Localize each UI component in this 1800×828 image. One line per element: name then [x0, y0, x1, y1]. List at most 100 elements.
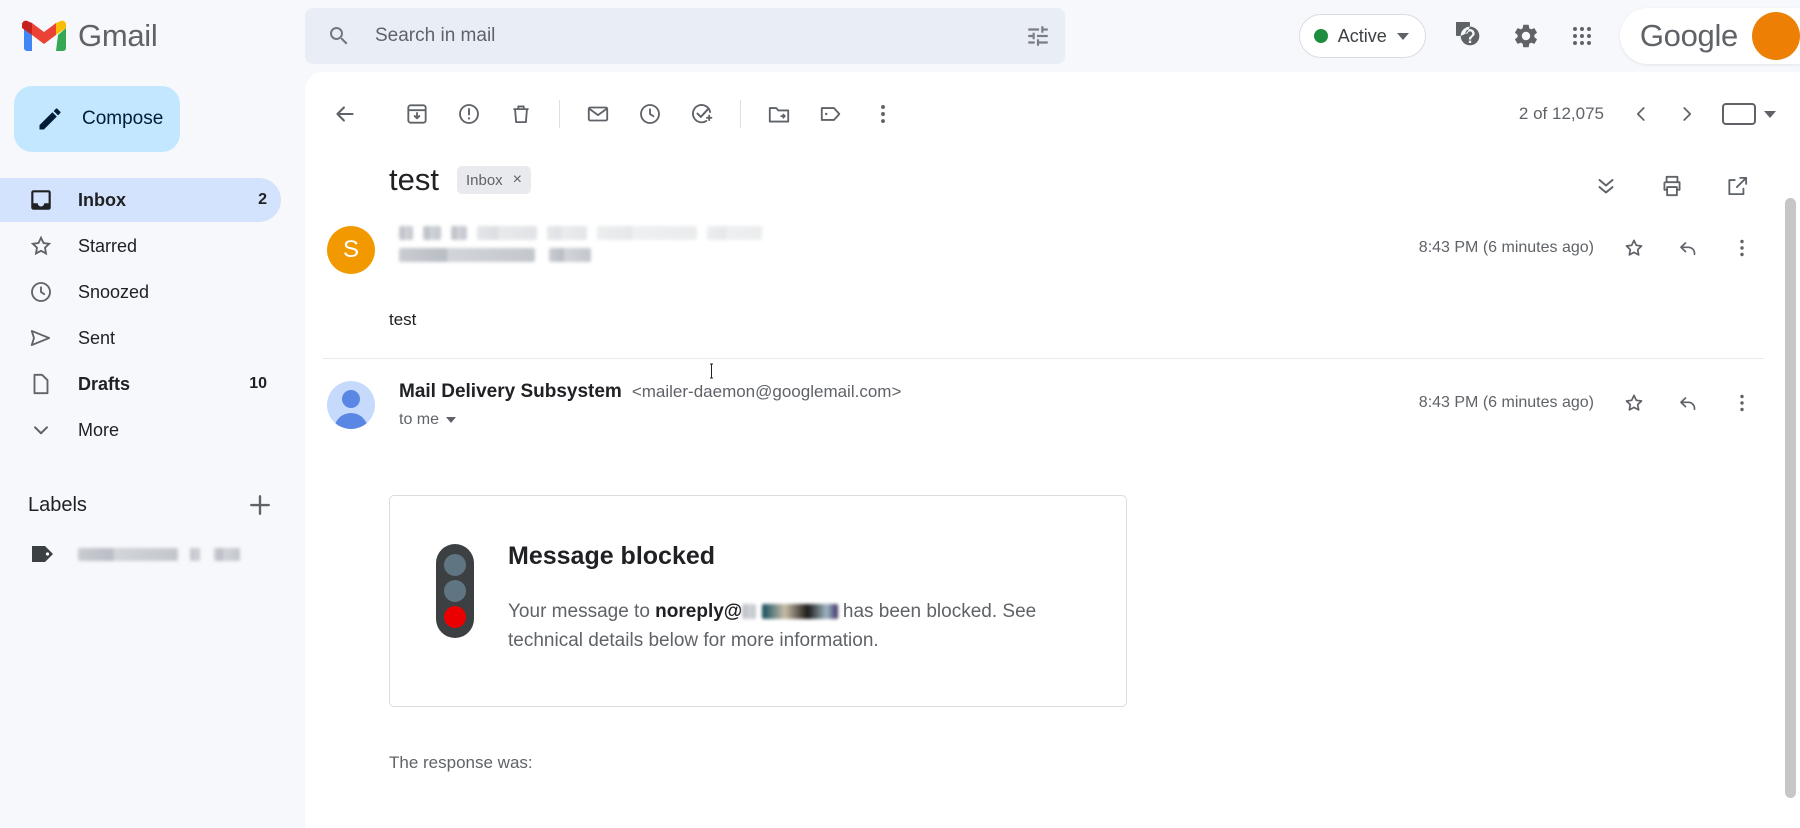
gmail-m-logo-icon — [22, 20, 66, 51]
redacted-block — [423, 226, 441, 240]
reply-button[interactable] — [1666, 381, 1710, 425]
status-label: Active — [1337, 25, 1387, 46]
keyboard-shortcut-toggle[interactable] — [1722, 103, 1788, 125]
label-tag-icon — [32, 546, 53, 562]
chevron-down-icon — [1764, 110, 1776, 118]
avatar[interactable] — [1752, 12, 1800, 60]
person-avatar-icon[interactable] — [327, 381, 375, 429]
keyboard-icon — [1722, 103, 1756, 125]
collapse-all-icon — [1598, 179, 1614, 194]
toolbar-divider — [559, 100, 560, 128]
scrollbar-thumb[interactable] — [1785, 198, 1796, 798]
plus-icon[interactable] — [245, 490, 275, 520]
redacted-block — [761, 604, 838, 619]
snooze-button[interactable] — [624, 88, 676, 140]
blocked-title: Message blocked — [508, 542, 716, 570]
sidebar-item-inbox[interactable]: Inbox 2 — [0, 178, 281, 222]
settings-button[interactable] — [1500, 10, 1552, 62]
sidebar-nav: Inbox 2 Starred Snoozed Sent Drafts 10 M… — [0, 178, 305, 452]
gmail-wordmark: Gmail — [78, 18, 158, 53]
label-button[interactable] — [805, 88, 857, 140]
account-pill[interactable]: Google — [1619, 8, 1800, 64]
open-in-new-icon — [1728, 176, 1748, 196]
label-tag-icon — [820, 107, 841, 121]
toolbar-divider-2 — [740, 100, 741, 128]
blocked-body: Your message to noreply@ has been blocke… — [508, 597, 1068, 656]
search-bar[interactable] — [305, 8, 1065, 64]
redacted-label-extra-2 — [214, 547, 240, 561]
mail-toolbar: 2 of 12,075 — [305, 86, 1800, 142]
help-button[interactable] — [1444, 10, 1496, 62]
apps-button[interactable] — [1556, 10, 1608, 62]
message-more-button[interactable] — [1720, 381, 1764, 425]
thread-subject-row: test Inbox × — [305, 142, 1800, 198]
mark-unread-button[interactable] — [572, 88, 624, 140]
next-page-button[interactable] — [1664, 91, 1710, 137]
report-spam-icon — [459, 104, 479, 124]
sidebar-item-sent[interactable]: Sent — [0, 316, 281, 360]
delete-button[interactable] — [495, 88, 547, 140]
sidebar-item-label: More — [78, 419, 120, 440]
thread-label-chip-text: Inbox — [465, 171, 503, 189]
sender-name: Mail Delivery Subsystem — [399, 381, 622, 402]
reply-button[interactable] — [1666, 226, 1710, 270]
previous-page-button[interactable] — [1618, 91, 1664, 137]
recipient-text: to me — [399, 411, 440, 428]
sidebar-item-drafts[interactable]: Drafts 10 — [0, 362, 281, 406]
printer-icon — [1663, 175, 1681, 197]
message-row-1[interactable]: S 8:43 PM (6 minutes ago) — [305, 198, 1800, 274]
sidebar-item-count: 2 — [258, 191, 267, 208]
scrollbar[interactable] — [1785, 198, 1796, 808]
star-button[interactable] — [1612, 226, 1656, 270]
mail-pane: 2 of 12,075 test Inbox × S 8:43 PM (6 mi… — [305, 72, 1800, 828]
chevron-left-icon — [1636, 107, 1645, 121]
sidebar-label-item[interactable] — [0, 534, 305, 574]
move-to-button[interactable] — [753, 88, 805, 140]
star-button[interactable] — [1612, 381, 1656, 425]
gmail-brand[interactable]: Gmail — [0, 0, 305, 72]
back-button[interactable] — [319, 88, 371, 140]
sidebar-item-snoozed[interactable]: Snoozed — [0, 270, 281, 314]
avatar-letter: S — [342, 236, 359, 263]
more-options-button[interactable] — [857, 88, 909, 140]
compose-button[interactable]: Compose — [14, 86, 180, 152]
star-icon — [30, 235, 52, 256]
add-to-tasks-button[interactable] — [676, 88, 728, 140]
more-vertical-icon — [1740, 394, 1744, 412]
clock-icon — [31, 282, 51, 302]
chevron-down-icon — [34, 426, 48, 435]
arrow-back-icon — [336, 106, 354, 122]
star-outline-icon — [1625, 394, 1643, 411]
header-right-cluster: Active Google — [1298, 0, 1800, 72]
redacted-block — [451, 226, 467, 240]
thread-label-chip[interactable]: Inbox × — [456, 166, 532, 194]
sidebar-item-starred[interactable]: Starred — [0, 224, 281, 268]
send-icon — [30, 330, 51, 346]
message-row-2[interactable]: Mail Delivery Subsystem <mailer-daemon@g… — [305, 359, 1800, 429]
sidebar-item-label: Drafts — [78, 373, 131, 394]
sender-email: <mailer-daemon@googlemail.com> — [631, 382, 902, 401]
redacted-block — [707, 226, 762, 240]
close-icon[interactable]: × — [513, 171, 522, 189]
status-chip[interactable]: Active — [1298, 14, 1426, 58]
archive-icon — [407, 104, 427, 124]
gmail-app: Gmail Active — [0, 0, 1800, 828]
archive-button[interactable] — [391, 88, 443, 140]
redacted-block — [399, 226, 413, 240]
avatar[interactable]: S — [327, 226, 375, 274]
tune-filter-icon[interactable] — [1025, 23, 1051, 49]
gear-icon — [1514, 24, 1537, 48]
more-vertical-icon — [881, 105, 885, 123]
chevron-down-icon — [1396, 32, 1409, 40]
move-to-folder-icon — [768, 107, 790, 123]
blocked-text-block: Message blocked Your message to noreply@… — [508, 536, 1068, 656]
search-input[interactable] — [351, 25, 1025, 47]
sidebar-item-more[interactable]: More — [0, 408, 281, 452]
report-spam-button[interactable] — [443, 88, 495, 140]
search-icon — [330, 27, 348, 45]
blocked-recipient: noreply@ — [655, 601, 743, 622]
message-more-button[interactable] — [1720, 226, 1764, 270]
redacted-label-name — [78, 547, 178, 561]
trash-icon — [513, 105, 529, 124]
message-meta-2: 8:43 PM (6 minutes ago) — [1419, 381, 1764, 425]
